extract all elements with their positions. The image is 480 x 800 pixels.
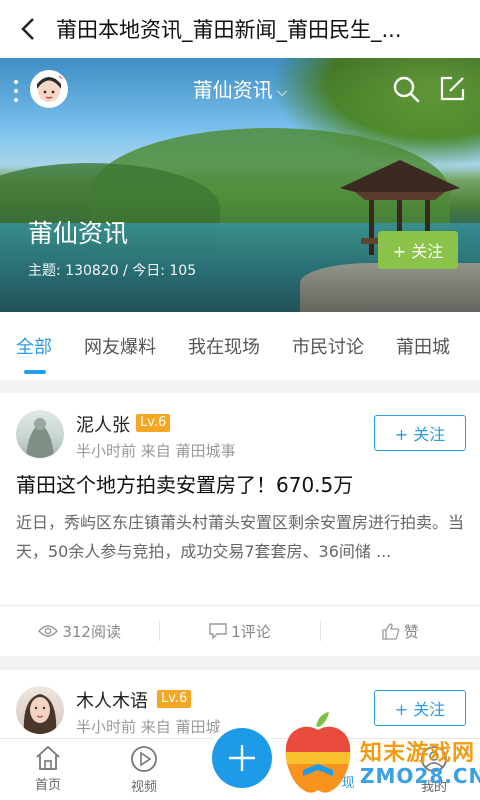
follow-author-button[interactable]: + 关注 (374, 415, 466, 451)
nav-label: 首页 (34, 778, 61, 793)
level-badge: Lv.6 (157, 690, 192, 708)
follow-author-button[interactable]: + 关注 (374, 690, 466, 726)
forum-hero-banner: 莆仙资讯 ⌵ 莆仙资讯 主题: 130820 / 今日: 105 + 关注 (0, 58, 480, 312)
watermark-text: 知末游戏网 (360, 741, 476, 766)
tab-label: 全部 (16, 337, 52, 358)
avatar-image (23, 694, 57, 734)
post-meta: 半小时前 来自 莆田城事 (76, 442, 236, 460)
page-title: 莆田本地资讯_莆田新闻_莆田民生_... (56, 18, 402, 42)
author-name[interactable]: 泥人张 (76, 411, 130, 437)
top-app-bar: 莆田本地资讯_莆田新闻_莆田民生_... (0, 0, 480, 58)
tab-citizen-discussion[interactable]: 市民讨论 (292, 312, 364, 380)
tab-all[interactable]: 全部 (16, 312, 52, 380)
chevron-down-icon: ⌵ (276, 83, 288, 100)
comments-text: 1评论 (231, 622, 271, 641)
like-text: 赞 (403, 622, 419, 641)
nav-video[interactable]: 视频 (114, 745, 174, 795)
category-tabs: 全部 网友爆料 我在现场 市民讨论 莆田城 (0, 312, 480, 380)
tab-putian-city[interactable]: 莆田城 (396, 312, 450, 380)
level-badge: Lv.6 (136, 414, 171, 432)
post-actions: 312阅读 1评论 赞 (0, 606, 480, 656)
like-button[interactable]: 赞 (321, 606, 480, 656)
play-icon (131, 746, 157, 772)
watermark-text: ZMO28.CN (360, 764, 480, 788)
comment-button[interactable]: 1评论 (160, 606, 319, 656)
channel-name: 莆仙资讯 (192, 78, 273, 102)
watermark-logo-icon (285, 712, 351, 793)
create-post-button[interactable] (212, 728, 272, 788)
thumbs-up-icon (382, 622, 400, 640)
author-avatar[interactable] (16, 686, 64, 734)
back-arrow-icon (21, 18, 34, 40)
tab-on-site[interactable]: 我在现场 (188, 312, 260, 380)
nav-label: 视频 (130, 780, 157, 795)
forum-name: 莆仙资讯 (28, 219, 129, 248)
author-name[interactable]: 木人木语 (76, 687, 148, 713)
follow-forum-button[interactable]: + 关注 (378, 231, 458, 269)
avatar-image (26, 418, 54, 458)
search-icon[interactable] (392, 75, 420, 103)
post-excerpt[interactable]: 近日，秀屿区东庄镇莆头村莆头安置区剩余安置房进行拍卖。当天，50余人参与竞拍，成… (16, 508, 466, 566)
post-meta: 半小时前 来自 莆田城 (76, 718, 221, 736)
tab-label: 莆田城 (396, 337, 450, 358)
plus-icon (229, 745, 255, 771)
nav-home[interactable]: 首页 (18, 745, 78, 793)
compose-icon[interactable] (438, 75, 466, 103)
tab-user-reports[interactable]: 网友爆料 (84, 312, 156, 380)
author-avatar[interactable] (16, 410, 64, 458)
active-tab-indicator (24, 370, 46, 374)
tab-label: 市民讨论 (292, 337, 364, 358)
tab-label: 我在现场 (188, 337, 260, 358)
views-count: 312阅读 (0, 606, 159, 656)
views-text: 312阅读 (62, 622, 121, 641)
post-card[interactable]: 泥人张 Lv.6 半小时前 来自 莆田城事 + 关注 莆田这个地方拍卖安置房了！… (0, 393, 480, 656)
forum-stats: 主题: 130820 / 今日: 105 (28, 263, 197, 279)
home-icon (36, 745, 60, 770)
back-button[interactable] (0, 0, 56, 58)
comment-icon (209, 623, 227, 639)
tab-label: 网友爆料 (84, 337, 156, 358)
post-title[interactable]: 莆田这个地方拍卖安置房了！670.5万 (16, 469, 353, 498)
eye-icon (38, 625, 59, 637)
